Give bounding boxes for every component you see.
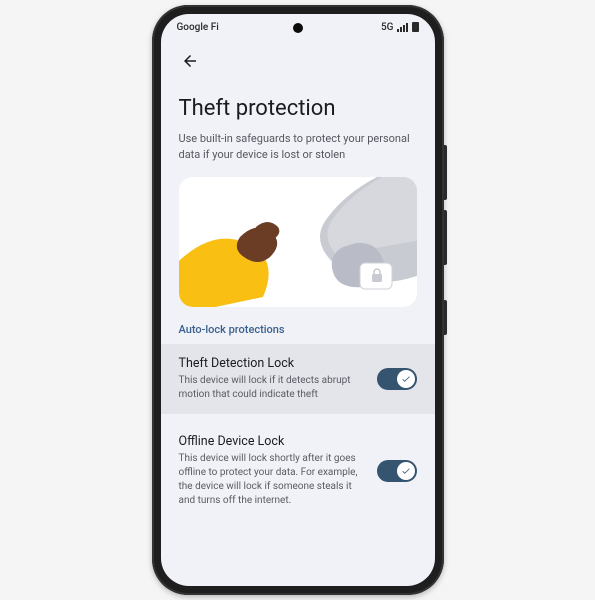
status-right: 5G xyxy=(381,22,419,33)
back-button[interactable] xyxy=(175,46,205,76)
volume-down-button[interactable] xyxy=(444,210,447,265)
network-label: 5G xyxy=(381,22,394,33)
arrow-back-icon xyxy=(181,52,199,70)
hero-illustration xyxy=(179,177,417,307)
toggle-offline-device-lock[interactable] xyxy=(377,460,417,482)
screen: Google Fi 5G Theft protection Use built-… xyxy=(161,14,435,586)
power-button[interactable] xyxy=(444,300,447,335)
setting-theft-detection-lock[interactable]: Theft Detection Lock This device will lo… xyxy=(161,344,435,414)
setting-desc: This device will lock shortly after it g… xyxy=(179,452,365,508)
phone-frame: Google Fi 5G Theft protection Use built-… xyxy=(152,5,444,595)
check-icon xyxy=(401,374,411,384)
carrier-label: Google Fi xyxy=(177,22,219,33)
camera-cutout xyxy=(293,23,303,33)
volume-up-button[interactable] xyxy=(444,145,447,200)
page-subtitle: Use built-in safeguards to protect your … xyxy=(179,131,417,163)
setting-offline-device-lock[interactable]: Offline Device Lock This device will loc… xyxy=(161,422,435,520)
toggle-theft-detection-lock[interactable] xyxy=(377,368,417,390)
top-bar xyxy=(161,40,435,78)
battery-icon xyxy=(412,22,419,32)
check-icon xyxy=(401,466,411,476)
content: Theft protection Use built-in safeguards… xyxy=(161,78,435,586)
toggle-thumb xyxy=(397,370,415,388)
setting-text: Theft Detection Lock This device will lo… xyxy=(179,356,365,402)
setting-desc: This device will lock if it detects abru… xyxy=(179,374,365,402)
toggle-thumb xyxy=(397,462,415,480)
signal-icon xyxy=(397,23,408,32)
page-title: Theft protection xyxy=(179,96,417,121)
setting-title: Offline Device Lock xyxy=(179,434,365,449)
setting-title: Theft Detection Lock xyxy=(179,356,365,371)
setting-text: Offline Device Lock This device will loc… xyxy=(179,434,365,508)
section-label: Auto-lock protections xyxy=(179,323,417,336)
